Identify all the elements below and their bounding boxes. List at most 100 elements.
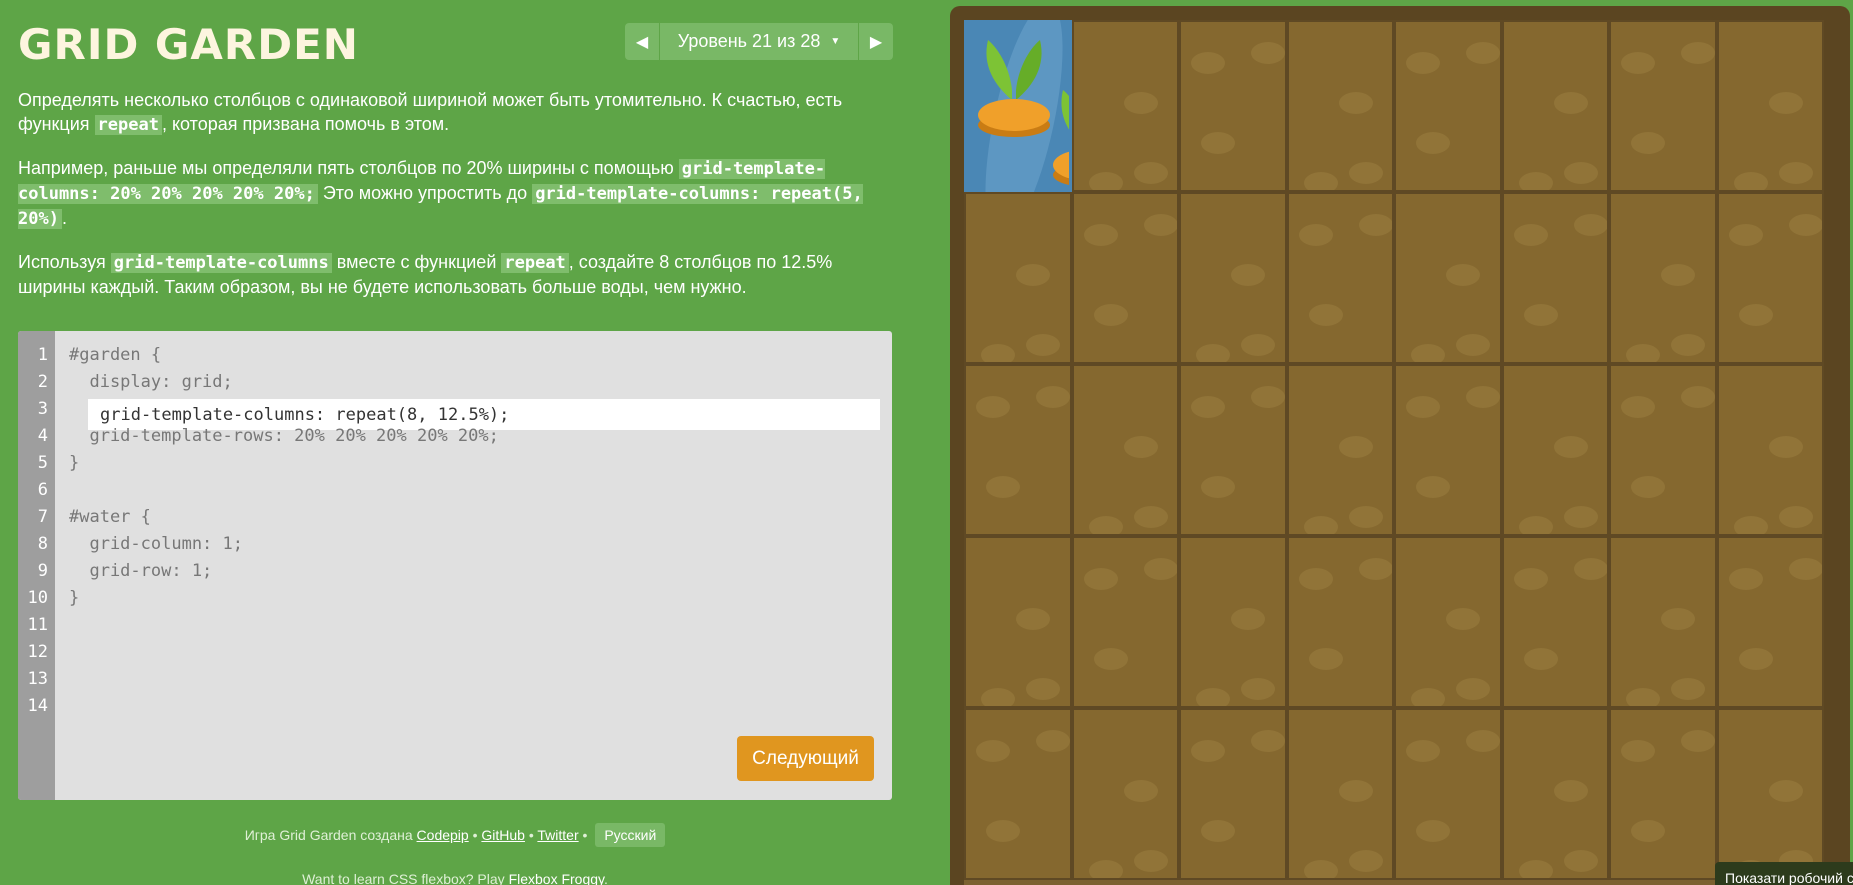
- soil-texture: [1406, 52, 1440, 74]
- codepip-link[interactable]: Codepip: [417, 827, 469, 843]
- soil-texture: [1681, 730, 1715, 752]
- css-editor: 1 2 3 4 5 6 7 8 9 10 11 12 13 14 #garden…: [18, 331, 892, 800]
- soil-texture: [1466, 42, 1500, 64]
- next-level-button[interactable]: ▶: [858, 23, 893, 60]
- triangle-left-icon: ◀: [635, 33, 649, 51]
- credits-footer: Игра Grid Garden создана Codepip • GitHu…: [18, 823, 892, 847]
- soil-texture: [1093, 304, 1128, 326]
- soil-texture: [1523, 648, 1558, 670]
- soil-texture: [1026, 678, 1060, 700]
- soil-texture: [1036, 386, 1070, 408]
- level-indicator: Уровень 21 из 28: [677, 31, 821, 51]
- soil-cell: [1179, 192, 1287, 364]
- soil-texture: [1191, 52, 1225, 74]
- soil-texture: [1456, 334, 1490, 356]
- soil-texture: [981, 344, 1015, 362]
- level-selector-dropdown[interactable]: Уровень 21 из 28 ▼: [660, 23, 858, 60]
- soil-texture: [1466, 730, 1500, 752]
- soil-texture: [1303, 172, 1338, 190]
- soil-texture: [1133, 162, 1168, 184]
- soil-texture: [986, 820, 1020, 842]
- carrot-icon: [974, 30, 1060, 140]
- soil-cell: [1286, 192, 1394, 364]
- soil-cell: [1286, 20, 1394, 192]
- code-snippet: repeat: [94, 115, 162, 135]
- soil-texture: [1768, 780, 1803, 802]
- code-snippet: repeat: [501, 253, 569, 273]
- soil-cell: [964, 192, 1072, 364]
- soil-texture: [1123, 780, 1158, 802]
- github-link[interactable]: GitHub: [481, 827, 525, 843]
- show-desktop-tooltip[interactable]: Показати робочий стіл: [1715, 862, 1853, 885]
- flexbox-froggy-link[interactable]: Flexbox Froggy: [509, 871, 604, 885]
- next-button[interactable]: Следующий: [737, 736, 874, 781]
- paragraph-text: , которая призвана помочь в этом.: [161, 114, 450, 134]
- soil-cell: [1501, 20, 1609, 192]
- soil-texture: [1733, 516, 1768, 534]
- soil-texture: [1358, 558, 1393, 580]
- soil-texture: [1201, 132, 1235, 154]
- soil-texture: [1133, 850, 1168, 872]
- soil-texture: [1036, 730, 1070, 752]
- soil-texture: [981, 688, 1015, 706]
- soil-texture: [1518, 860, 1553, 878]
- soil-texture: [1241, 678, 1275, 700]
- soil-texture: [1621, 396, 1655, 418]
- soil-texture: [1406, 740, 1440, 762]
- soil-texture: [1553, 780, 1588, 802]
- soil-cell: [1286, 708, 1394, 880]
- promo-footer: Want to learn CSS flexbox? Play Flexbox …: [18, 871, 892, 885]
- soil-texture: [1518, 516, 1553, 534]
- soil-texture: [1788, 558, 1823, 580]
- previous-level-button[interactable]: ◀: [625, 23, 660, 60]
- page-title: GRID GARDEN: [18, 20, 359, 69]
- soil-texture: [1016, 608, 1050, 630]
- twitter-link[interactable]: Twitter: [537, 827, 578, 843]
- carrot-icon: [1049, 80, 1069, 190]
- line-number: 8: [37, 534, 48, 554]
- triangle-right-icon: ▶: [869, 33, 883, 51]
- language-selector[interactable]: Русский: [595, 823, 666, 847]
- soil-texture: [1573, 558, 1608, 580]
- soil-texture: [1191, 740, 1225, 762]
- water-patch: [964, 20, 1072, 192]
- soil-texture: [1088, 860, 1123, 878]
- soil-texture: [1788, 214, 1823, 236]
- soil-texture: [1338, 92, 1373, 114]
- line-number: 14: [27, 696, 48, 716]
- code-line: grid-template-rows: 20% 20% 20% 20% 20%;: [69, 426, 499, 446]
- level-description: Определять несколько столбцов с одинаков…: [18, 88, 898, 318]
- soil-texture: [1416, 476, 1450, 498]
- soil-cell: [1071, 708, 1179, 880]
- garden-grid: [964, 20, 1824, 885]
- soil-texture: [1416, 820, 1450, 842]
- separator: •: [472, 827, 478, 843]
- soil-texture: [1631, 476, 1665, 498]
- soil-texture: [1733, 172, 1768, 190]
- code-line: grid-row: 1;: [69, 561, 213, 581]
- promo-suffix: .: [604, 871, 608, 885]
- soil-texture: [1626, 688, 1660, 706]
- code-line: grid-column: 1;: [69, 534, 243, 554]
- soil-texture: [1231, 264, 1265, 286]
- soil-cell: [1501, 708, 1609, 880]
- soil-texture: [1251, 730, 1285, 752]
- line-number: 9: [37, 561, 48, 581]
- soil-cell: [1394, 20, 1502, 192]
- soil-cell: [1394, 364, 1502, 536]
- paragraph-text: Это можно упростить до: [317, 183, 533, 203]
- soil-texture: [1406, 396, 1440, 418]
- soil-texture: [1298, 224, 1333, 246]
- soil-cell: [1286, 364, 1394, 536]
- paragraph-text: Используя: [18, 252, 111, 272]
- soil-texture: [1523, 304, 1558, 326]
- soil-texture: [1621, 52, 1655, 74]
- soil-texture: [1513, 224, 1548, 246]
- soil-texture: [1778, 506, 1813, 528]
- soil-texture: [1348, 506, 1383, 528]
- soil-texture: [1621, 740, 1655, 762]
- soil-cell: [1609, 364, 1717, 536]
- soil-cell: [1071, 536, 1179, 708]
- soil-texture: [1123, 92, 1158, 114]
- soil-cell: [1609, 708, 1717, 880]
